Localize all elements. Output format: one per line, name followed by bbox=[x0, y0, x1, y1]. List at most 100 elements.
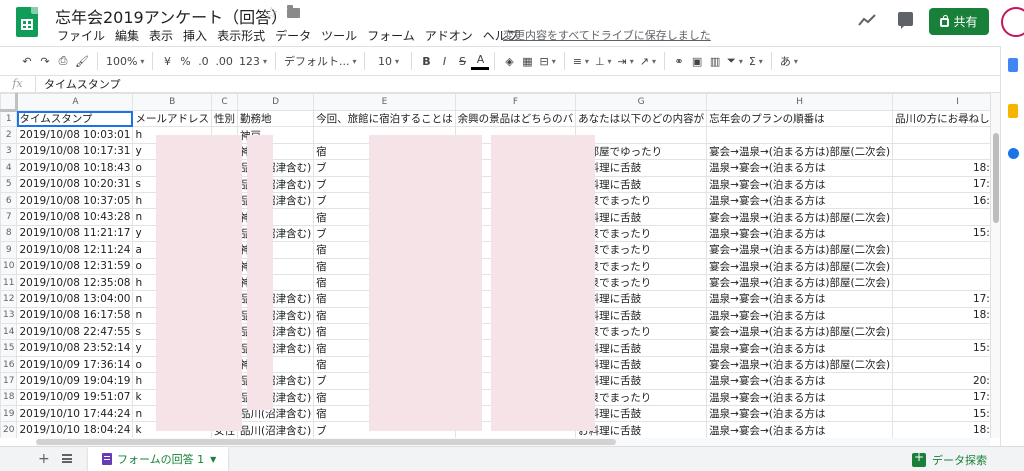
vertical-scroll-thumb[interactable] bbox=[993, 133, 999, 223]
cell[interactable]: 2019/10/08 10:18:43 bbox=[16, 159, 134, 177]
menu-item[interactable]: フォーム bbox=[362, 27, 420, 44]
header-cell[interactable]: メールアドレス bbox=[132, 109, 212, 128]
font-select[interactable]: デフォルト... bbox=[281, 50, 360, 72]
sheet-tab[interactable]: フォームの回答 1 ▼ bbox=[88, 447, 228, 471]
paint-format-icon[interactable]: 🖌︎ bbox=[72, 50, 92, 72]
undo-icon[interactable]: ↶ bbox=[18, 50, 36, 72]
cell[interactable]: 宴会→温泉→(泊まる方は)部屋(二次会) bbox=[706, 257, 894, 275]
cell[interactable]: 2019/10/08 10:03:01 bbox=[16, 126, 134, 144]
decrease-decimal-button[interactable]: .0 bbox=[194, 50, 212, 72]
text-color-icon[interactable]: A bbox=[471, 52, 490, 70]
cell[interactable] bbox=[575, 126, 708, 144]
borders-icon[interactable]: ▦ bbox=[518, 50, 536, 72]
cell[interactable]: 2019/10/09 19:04:19 bbox=[16, 372, 134, 390]
menu-item[interactable]: 挿入 bbox=[178, 27, 212, 44]
header-cell[interactable]: タイムスタンプ bbox=[16, 109, 134, 128]
menu-item[interactable]: 表示形式 bbox=[212, 27, 270, 44]
avatar[interactable] bbox=[1001, 7, 1024, 37]
cell[interactable]: お料理に舌鼓 bbox=[575, 355, 708, 374]
increase-decimal-button[interactable]: .00 bbox=[212, 50, 236, 72]
cell[interactable]: 15:00:00 bbox=[892, 224, 990, 243]
cell[interactable]: 温泉でまったり bbox=[575, 257, 708, 275]
text-wrap-icon[interactable]: ⇥ bbox=[615, 50, 637, 72]
header-cell[interactable]: 今回、旅館に宿泊することは bbox=[313, 109, 456, 128]
tasks-icon[interactable] bbox=[1008, 148, 1019, 159]
cell[interactable]: 2019/10/10 18:04:24 bbox=[16, 421, 134, 438]
cell[interactable]: 温泉→宴会→(泊まる方は bbox=[706, 372, 894, 390]
cell[interactable]: お料理に舌鼓 bbox=[575, 306, 708, 325]
cell[interactable]: お部屋でゆったり bbox=[575, 142, 708, 161]
cell[interactable]: 温泉→宴会→(泊まる方は bbox=[706, 290, 894, 308]
functions-icon[interactable]: Σ bbox=[746, 50, 766, 72]
column-header[interactable]: D bbox=[236, 93, 315, 111]
row-header[interactable]: 15 bbox=[0, 339, 18, 357]
percent-format-button[interactable]: % bbox=[176, 50, 194, 72]
cell[interactable] bbox=[892, 355, 990, 374]
cell[interactable]: 18:00:00 bbox=[892, 306, 990, 325]
cell[interactable] bbox=[892, 257, 990, 275]
link-icon[interactable]: ⚭ bbox=[670, 50, 688, 72]
cell[interactable]: 15:00:00 bbox=[892, 405, 990, 423]
row-header[interactable]: 16 bbox=[0, 355, 18, 374]
cell[interactable]: 2019/10/08 10:37:05 bbox=[16, 191, 134, 210]
cell[interactable]: 2019/10/08 12:35:08 bbox=[16, 273, 134, 292]
row-header[interactable]: 1 bbox=[0, 109, 18, 128]
column-header[interactable]: F bbox=[454, 93, 577, 111]
header-cell[interactable]: 勤務地 bbox=[236, 109, 315, 128]
filter-icon[interactable]: ⏷ bbox=[724, 50, 746, 72]
cell[interactable]: 温泉でまったり bbox=[575, 323, 708, 341]
vertical-align-icon[interactable]: ⊥ bbox=[592, 50, 615, 72]
header-cell[interactable]: 忘年会のプランの順番は bbox=[706, 109, 894, 128]
row-header[interactable]: 8 bbox=[0, 224, 18, 243]
add-sheet-icon[interactable]: + bbox=[38, 451, 50, 467]
currency-format-button[interactable]: ¥ bbox=[158, 50, 176, 72]
redo-icon[interactable]: ↷ bbox=[36, 50, 54, 72]
print-icon[interactable]: ⎙ bbox=[54, 50, 72, 72]
number-format-select[interactable]: 123 bbox=[236, 50, 270, 72]
cell[interactable]: 宴会→温泉→(泊まる方は)部屋(二次会) bbox=[706, 241, 894, 259]
column-header[interactable]: I bbox=[892, 93, 990, 111]
column-header[interactable]: A bbox=[16, 93, 134, 111]
row-header[interactable]: 19 bbox=[0, 405, 18, 423]
cell[interactable]: 2019/10/09 19:51:07 bbox=[16, 388, 134, 407]
row-header[interactable]: 9 bbox=[0, 241, 18, 259]
text-rotate-icon[interactable]: ↗ bbox=[637, 50, 659, 72]
cell[interactable]: 温泉でまったり bbox=[575, 273, 708, 292]
cell[interactable]: 温泉→宴会→(泊まる方は bbox=[706, 405, 894, 423]
row-header[interactable]: 17 bbox=[0, 372, 18, 390]
cell[interactable]: 2019/10/08 11:21:17 bbox=[16, 224, 134, 243]
row-header[interactable]: 10 bbox=[0, 257, 18, 275]
column-header[interactable]: G bbox=[575, 93, 708, 111]
row-header[interactable]: 11 bbox=[0, 273, 18, 292]
cell[interactable] bbox=[892, 323, 990, 341]
cell[interactable]: 温泉→宴会→(泊まる方は bbox=[706, 421, 894, 438]
menu-item[interactable]: 表示 bbox=[144, 27, 178, 44]
cell[interactable]: 温泉→宴会→(泊まる方は bbox=[706, 306, 894, 325]
merge-cells-icon[interactable]: ⊟ bbox=[536, 50, 558, 72]
row-header[interactable]: 5 bbox=[0, 175, 18, 193]
cell[interactable]: 2019/10/08 10:20:31 bbox=[16, 175, 134, 193]
star-icon[interactable]: ☆ bbox=[264, 3, 278, 22]
cell[interactable]: 2019/10/10 17:44:24 bbox=[16, 405, 134, 423]
cell[interactable]: お料理に舌鼓 bbox=[575, 175, 708, 193]
cell[interactable]: 2019/10/08 10:17:31 bbox=[16, 142, 134, 161]
menu-item[interactable]: ツール bbox=[316, 27, 362, 44]
zoom-select[interactable]: 100% bbox=[103, 50, 147, 72]
row-header[interactable]: 18 bbox=[0, 388, 18, 407]
cell[interactable]: 16:00:00 bbox=[892, 191, 990, 210]
select-all-corner[interactable] bbox=[0, 93, 19, 112]
cell[interactable]: 宴会→温泉→(泊まる方は)部屋(二次会) bbox=[706, 273, 894, 292]
cell[interactable]: 温泉でまったり bbox=[575, 191, 708, 210]
font-size-select[interactable]: 10 bbox=[370, 50, 406, 72]
vertical-scrollbar[interactable] bbox=[990, 93, 1000, 438]
cell[interactable]: 品川(沼津含む) bbox=[236, 421, 315, 438]
cell[interactable]: お料理に舌鼓 bbox=[575, 208, 708, 226]
menu-item[interactable]: アドオン bbox=[420, 27, 478, 44]
cell[interactable]: 温泉→宴会→(泊まる方は bbox=[706, 191, 894, 210]
header-cell[interactable]: あなたは以下のどの内容が bbox=[575, 109, 708, 128]
spreadsheet-grid[interactable]: ABCDEFGHIJ 1タイムスタンプメールアドレス性別勤務地今回、旅館に宿泊す… bbox=[0, 93, 990, 438]
cell[interactable] bbox=[706, 126, 894, 144]
cell[interactable]: お料理に舌鼓 bbox=[575, 159, 708, 177]
cell[interactable] bbox=[892, 142, 990, 161]
cell[interactable]: 宴会→温泉→(泊まる方は)部屋(二次会) bbox=[706, 208, 894, 226]
